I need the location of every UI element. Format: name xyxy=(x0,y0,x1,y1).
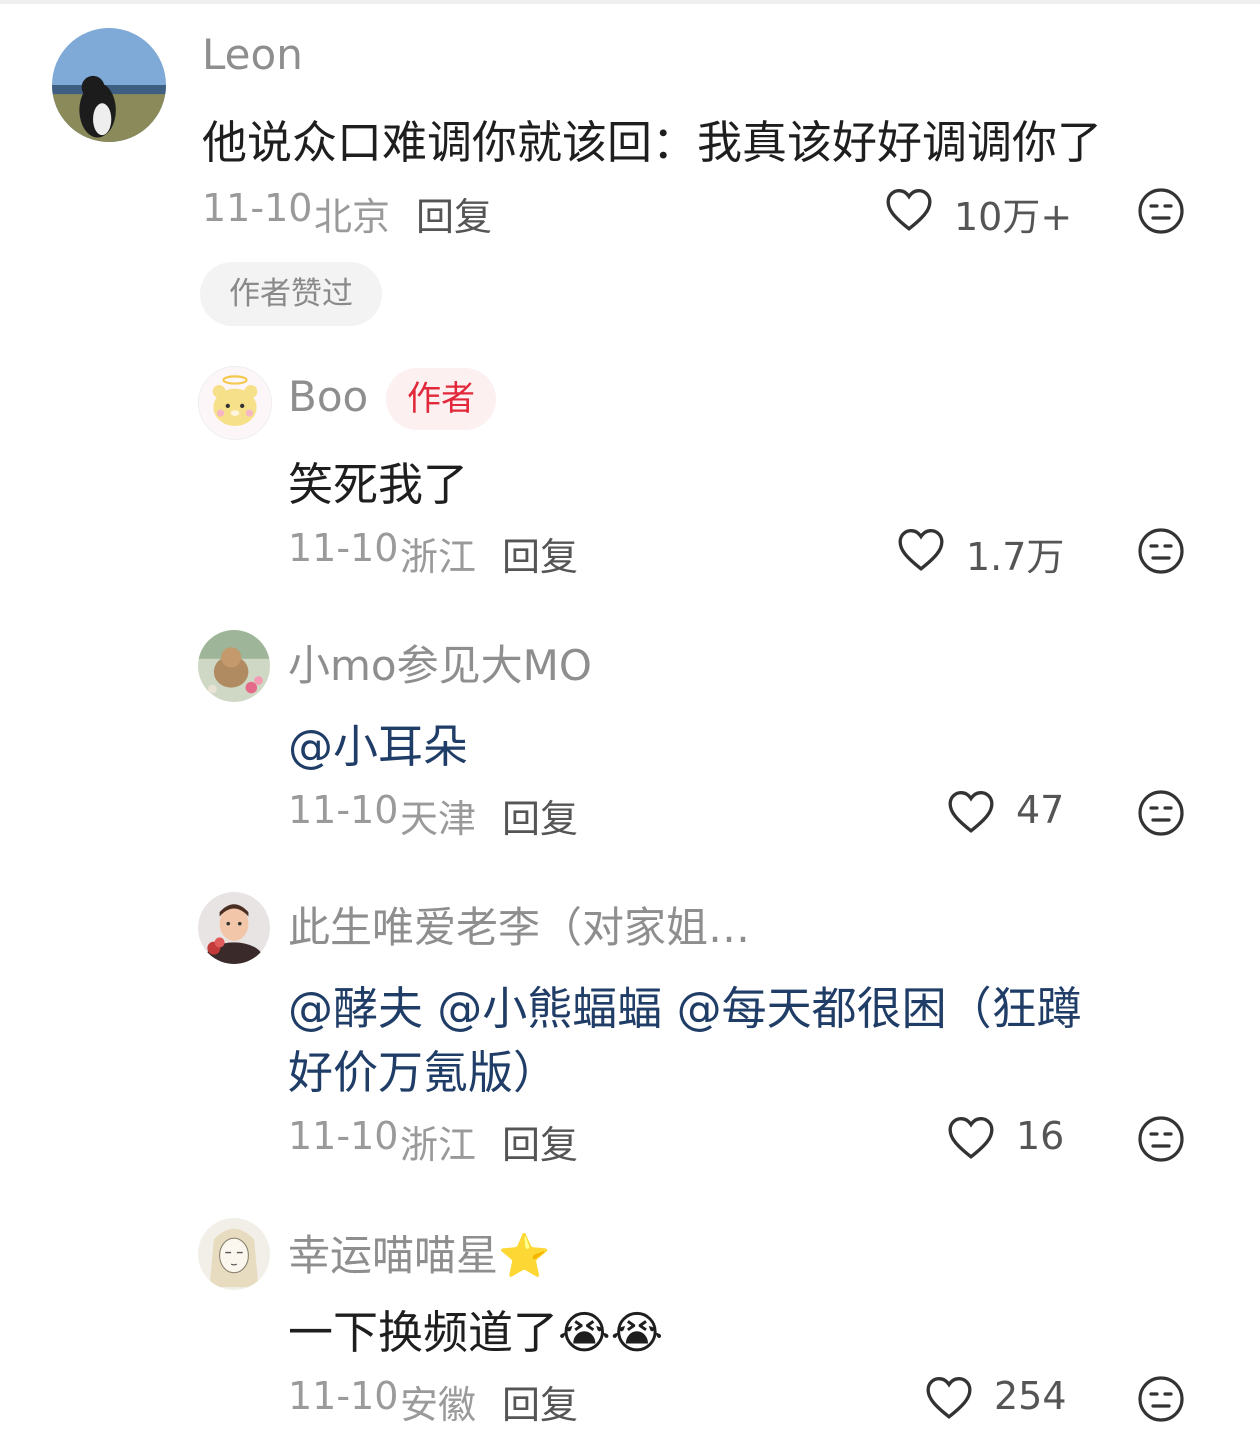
comment-text: 他说众口难调你就该回：我真该好好调调你了 xyxy=(202,116,1103,169)
avatar-image xyxy=(198,892,270,964)
comment-date: 11-10 xyxy=(202,186,313,230)
crying-laughing-emoji: 😭😭 xyxy=(558,1306,664,1359)
username[interactable]: 小mo参见大MO xyxy=(288,632,592,693)
reply-button[interactable]: 回复 xyxy=(502,526,578,581)
avatar-image xyxy=(52,28,166,142)
reply-button[interactable]: 回复 xyxy=(502,1374,578,1429)
avatar[interactable] xyxy=(198,366,272,440)
heart-outline-icon[interactable] xyxy=(896,526,946,572)
avatar-image xyxy=(198,1218,270,1290)
heart-outline-icon[interactable] xyxy=(946,788,996,834)
comment-location: 北京 xyxy=(314,195,391,239)
comment-text-content: 一下换频道了 xyxy=(288,1306,559,1359)
like-count: 254 xyxy=(994,1374,1067,1418)
comment-date: 11-10 xyxy=(288,1114,399,1158)
heart-outline-icon[interactable] xyxy=(884,186,934,232)
username[interactable]: 此生唯爱老李（对家姐… xyxy=(288,894,750,955)
avatar[interactable] xyxy=(198,1218,270,1290)
heart-outline-icon[interactable] xyxy=(946,1114,996,1160)
avatar[interactable] xyxy=(198,630,270,702)
like-count: 1.7万 xyxy=(966,535,1065,579)
meh-face-icon[interactable] xyxy=(1137,789,1185,837)
top-divider xyxy=(0,0,1260,4)
username[interactable]: Leon xyxy=(202,30,303,79)
mention-link[interactable]: @小耳朵 xyxy=(288,710,468,775)
meh-face-icon[interactable] xyxy=(1137,527,1185,575)
comment-text: 笑死我了 xyxy=(288,458,469,511)
avatar-image xyxy=(198,630,270,702)
mention-link[interactable]: @酵夫 @小熊蝠蝠 @每天都很困（狂蹲 xyxy=(288,972,1082,1037)
heart-outline-icon[interactable] xyxy=(924,1374,974,1420)
comment-text: 一下换频道了😭😭 xyxy=(288,1296,663,1361)
avatar[interactable] xyxy=(198,892,270,964)
comment-location: 浙江 xyxy=(400,535,477,579)
username[interactable]: Boo xyxy=(288,372,368,421)
reply-button[interactable]: 回复 xyxy=(502,1114,578,1169)
mention-link[interactable]: 好价万氪版） xyxy=(288,1036,558,1101)
username[interactable]: 幸运喵喵星⭐ xyxy=(288,1222,550,1283)
avatar[interactable] xyxy=(52,28,166,142)
meh-face-icon[interactable] xyxy=(1137,1115,1185,1163)
meh-face-icon[interactable] xyxy=(1137,1375,1185,1423)
comment-location: 天津 xyxy=(400,797,477,841)
comment-location: 安徽 xyxy=(400,1383,477,1427)
like-count: 16 xyxy=(1016,1114,1065,1158)
meh-face-icon[interactable] xyxy=(1137,187,1185,235)
like-count: 47 xyxy=(1016,788,1065,832)
like-count: 10万+ xyxy=(954,195,1073,239)
comment-date: 11-10 xyxy=(288,788,399,832)
author-tag: 作者 xyxy=(386,368,496,430)
comment-location: 浙江 xyxy=(400,1123,477,1167)
reply-button[interactable]: 回复 xyxy=(502,788,578,843)
comment-date: 11-10 xyxy=(288,526,399,570)
author-liked-chip: 作者赞过 xyxy=(200,262,382,326)
comment-date: 11-10 xyxy=(288,1374,399,1418)
reply-button[interactable]: 回复 xyxy=(416,186,492,241)
avatar-image xyxy=(199,367,271,439)
